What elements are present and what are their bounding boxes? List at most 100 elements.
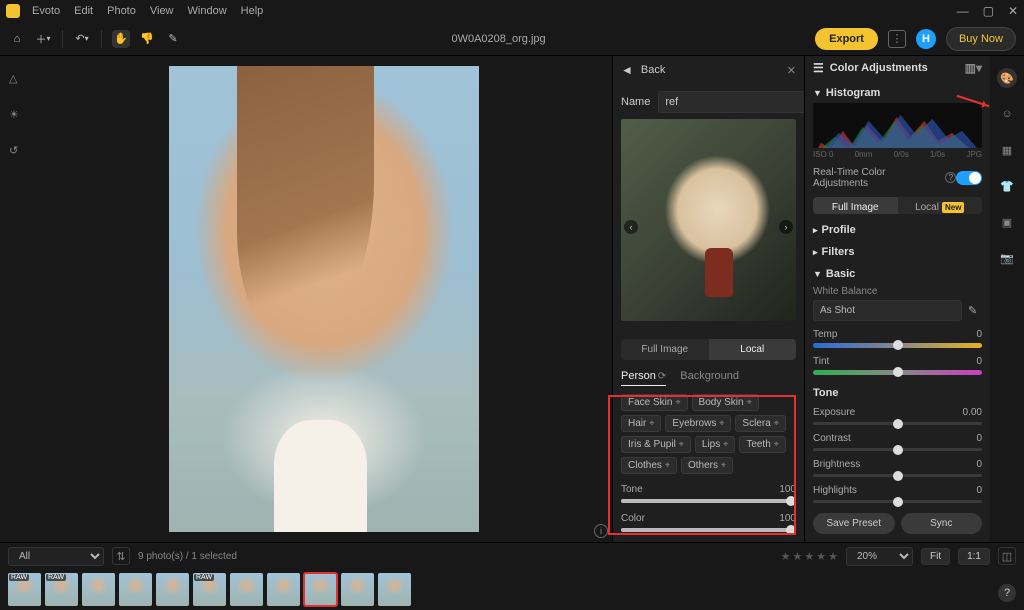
menu-help[interactable]: Help bbox=[241, 5, 264, 17]
fit-button[interactable]: Fit bbox=[921, 548, 950, 565]
chip-teeth[interactable]: Teeth⌖ bbox=[739, 436, 786, 453]
exposure-slider[interactable]: Exposure0.00 bbox=[813, 407, 982, 425]
avatar[interactable]: H bbox=[916, 29, 936, 49]
canvas[interactable]: i bbox=[36, 56, 612, 542]
chip-sclera[interactable]: Sclera⌖ bbox=[735, 415, 785, 432]
thumbnail[interactable] bbox=[230, 573, 263, 606]
thumbnail[interactable] bbox=[378, 573, 411, 606]
star-icon[interactable]: ★ bbox=[816, 550, 826, 563]
star-icon[interactable]: ★ bbox=[828, 550, 838, 563]
color-adjustments-panel: ☰ Color Adjustments ▥▾ ▼Histogram ISO 00… bbox=[804, 56, 990, 542]
minimize-icon[interactable]: — bbox=[957, 4, 969, 18]
thumbnail[interactable] bbox=[267, 573, 300, 606]
wb-select[interactable]: As Shot bbox=[813, 300, 962, 321]
rseg-local[interactable]: LocalNew bbox=[898, 197, 983, 214]
eyedropper-icon[interactable]: ✎ bbox=[968, 304, 982, 318]
menu-evoto[interactable]: Evoto bbox=[32, 5, 60, 17]
menu-edit[interactable]: Edit bbox=[74, 5, 93, 17]
star-icon[interactable]: ★ bbox=[792, 550, 802, 563]
thumbnail[interactable]: RAW bbox=[193, 573, 226, 606]
grid-icon[interactable]: ▦ bbox=[997, 140, 1017, 160]
chip-target-icon: ⌖ bbox=[665, 460, 670, 471]
menu-window[interactable]: Window bbox=[188, 5, 227, 17]
color-slider[interactable]: Color100 bbox=[621, 513, 796, 532]
chip-iris-pupil[interactable]: Iris & Pupil⌖ bbox=[621, 436, 691, 453]
ref-prev-icon[interactable]: ‹ bbox=[624, 220, 638, 234]
camera-icon[interactable]: 📷 bbox=[997, 248, 1017, 268]
reference-image[interactable]: ‹ › bbox=[621, 119, 796, 321]
hand-tool-icon[interactable]: ✋ bbox=[112, 30, 130, 48]
name-label: Name bbox=[621, 96, 650, 108]
history-icon[interactable]: ↺ bbox=[9, 144, 27, 162]
star-icon[interactable]: ★ bbox=[804, 550, 814, 563]
triangle-icon[interactable]: △ bbox=[9, 72, 27, 90]
seg-full-image[interactable]: Full Image bbox=[621, 339, 709, 360]
tone-slider[interactable]: Tone100 bbox=[621, 484, 796, 503]
section-profile[interactable]: ▸Profile bbox=[813, 224, 982, 236]
export-button[interactable]: Export bbox=[815, 28, 878, 50]
info-icon[interactable]: i bbox=[594, 524, 608, 538]
tint-slider[interactable]: Tint0 bbox=[813, 356, 982, 375]
compare-icon[interactable]: ◫ bbox=[998, 547, 1016, 565]
realtime-toggle[interactable] bbox=[956, 171, 982, 185]
sun-icon[interactable]: ☀ bbox=[9, 108, 27, 126]
thumbnail[interactable] bbox=[119, 573, 152, 606]
home-icon[interactable]: ⌂ bbox=[8, 30, 26, 48]
contrast-slider[interactable]: Contrast0 bbox=[813, 433, 982, 451]
chip-face-skin[interactable]: Face Skin⌖ bbox=[621, 394, 688, 411]
section-filters[interactable]: ▸Filters bbox=[813, 246, 982, 258]
panel-config-icon[interactable]: ▥▾ bbox=[965, 61, 982, 75]
name-input[interactable] bbox=[658, 91, 804, 113]
pencil-icon[interactable]: ✎ bbox=[164, 30, 182, 48]
chip-eyebrows[interactable]: Eyebrows⌖ bbox=[665, 415, 731, 432]
back-icon[interactable]: ◄ bbox=[621, 63, 633, 77]
right-scope-segment: Full Image LocalNew bbox=[813, 197, 982, 214]
add-icon[interactable]: ＋▾ bbox=[34, 30, 52, 48]
menu-photo[interactable]: Photo bbox=[107, 5, 136, 17]
zoom-select[interactable]: 20% bbox=[846, 547, 913, 566]
save-preset-button[interactable]: Save Preset bbox=[813, 513, 895, 534]
highlights-slider[interactable]: Highlights0 bbox=[813, 485, 982, 503]
section-basic[interactable]: ▼Basic bbox=[813, 268, 982, 280]
star-icon[interactable]: ★ bbox=[781, 550, 791, 563]
chip-body-skin[interactable]: Body Skin⌖ bbox=[692, 394, 759, 411]
face-icon[interactable]: ☺ bbox=[997, 104, 1017, 124]
export-settings-icon[interactable]: ⋮ bbox=[888, 30, 906, 48]
close-icon[interactable]: ✕ bbox=[1008, 4, 1018, 18]
raw-badge: RAW bbox=[194, 574, 214, 581]
filter-select[interactable]: All bbox=[8, 547, 104, 566]
chip-others[interactable]: Others⌖ bbox=[681, 457, 733, 474]
chip-clothes[interactable]: Clothes⌖ bbox=[621, 457, 677, 474]
rating-stars[interactable]: ★★★★★ bbox=[781, 550, 838, 563]
one-to-one-button[interactable]: 1:1 bbox=[958, 548, 990, 565]
global-help-icon[interactable]: ? bbox=[998, 584, 1016, 602]
ref-next-icon[interactable]: › bbox=[779, 220, 793, 234]
chip-hair[interactable]: Hair⌖ bbox=[621, 415, 661, 432]
seg-local[interactable]: Local bbox=[709, 339, 797, 360]
maximize-icon[interactable]: ▢ bbox=[983, 4, 994, 18]
crop-icon[interactable]: ▣ bbox=[997, 212, 1017, 232]
tab-person[interactable]: Person⟳ bbox=[621, 370, 666, 386]
undo-icon[interactable]: ↶▾ bbox=[73, 30, 91, 48]
thumbnail[interactable] bbox=[304, 573, 337, 606]
thumbnail[interactable]: RAW bbox=[45, 573, 78, 606]
sync-button[interactable]: Sync bbox=[901, 513, 983, 534]
thumbs-down-icon[interactable]: 👎 bbox=[138, 30, 156, 48]
tab-background[interactable]: Background bbox=[680, 370, 739, 386]
thumbnail[interactable] bbox=[341, 573, 374, 606]
brightness-slider[interactable]: Brightness0 bbox=[813, 459, 982, 477]
temp-slider[interactable]: Temp0 bbox=[813, 329, 982, 348]
back-label[interactable]: Back bbox=[641, 64, 665, 76]
sort-icon[interactable]: ⇅ bbox=[112, 547, 130, 565]
thumbnail[interactable] bbox=[156, 573, 189, 606]
shirt-icon[interactable]: 👕 bbox=[997, 176, 1017, 196]
thumbnail[interactable] bbox=[82, 573, 115, 606]
panel-close-icon[interactable]: ✕ bbox=[787, 64, 796, 77]
buy-now-button[interactable]: Buy Now bbox=[946, 27, 1016, 51]
rseg-full[interactable]: Full Image bbox=[813, 197, 898, 214]
help-icon[interactable]: ? bbox=[945, 172, 956, 183]
palette-icon[interactable]: 🎨 bbox=[997, 68, 1017, 88]
thumbnail[interactable]: RAW bbox=[8, 573, 41, 606]
menu-view[interactable]: View bbox=[150, 5, 174, 17]
chip-lips[interactable]: Lips⌖ bbox=[695, 436, 735, 453]
